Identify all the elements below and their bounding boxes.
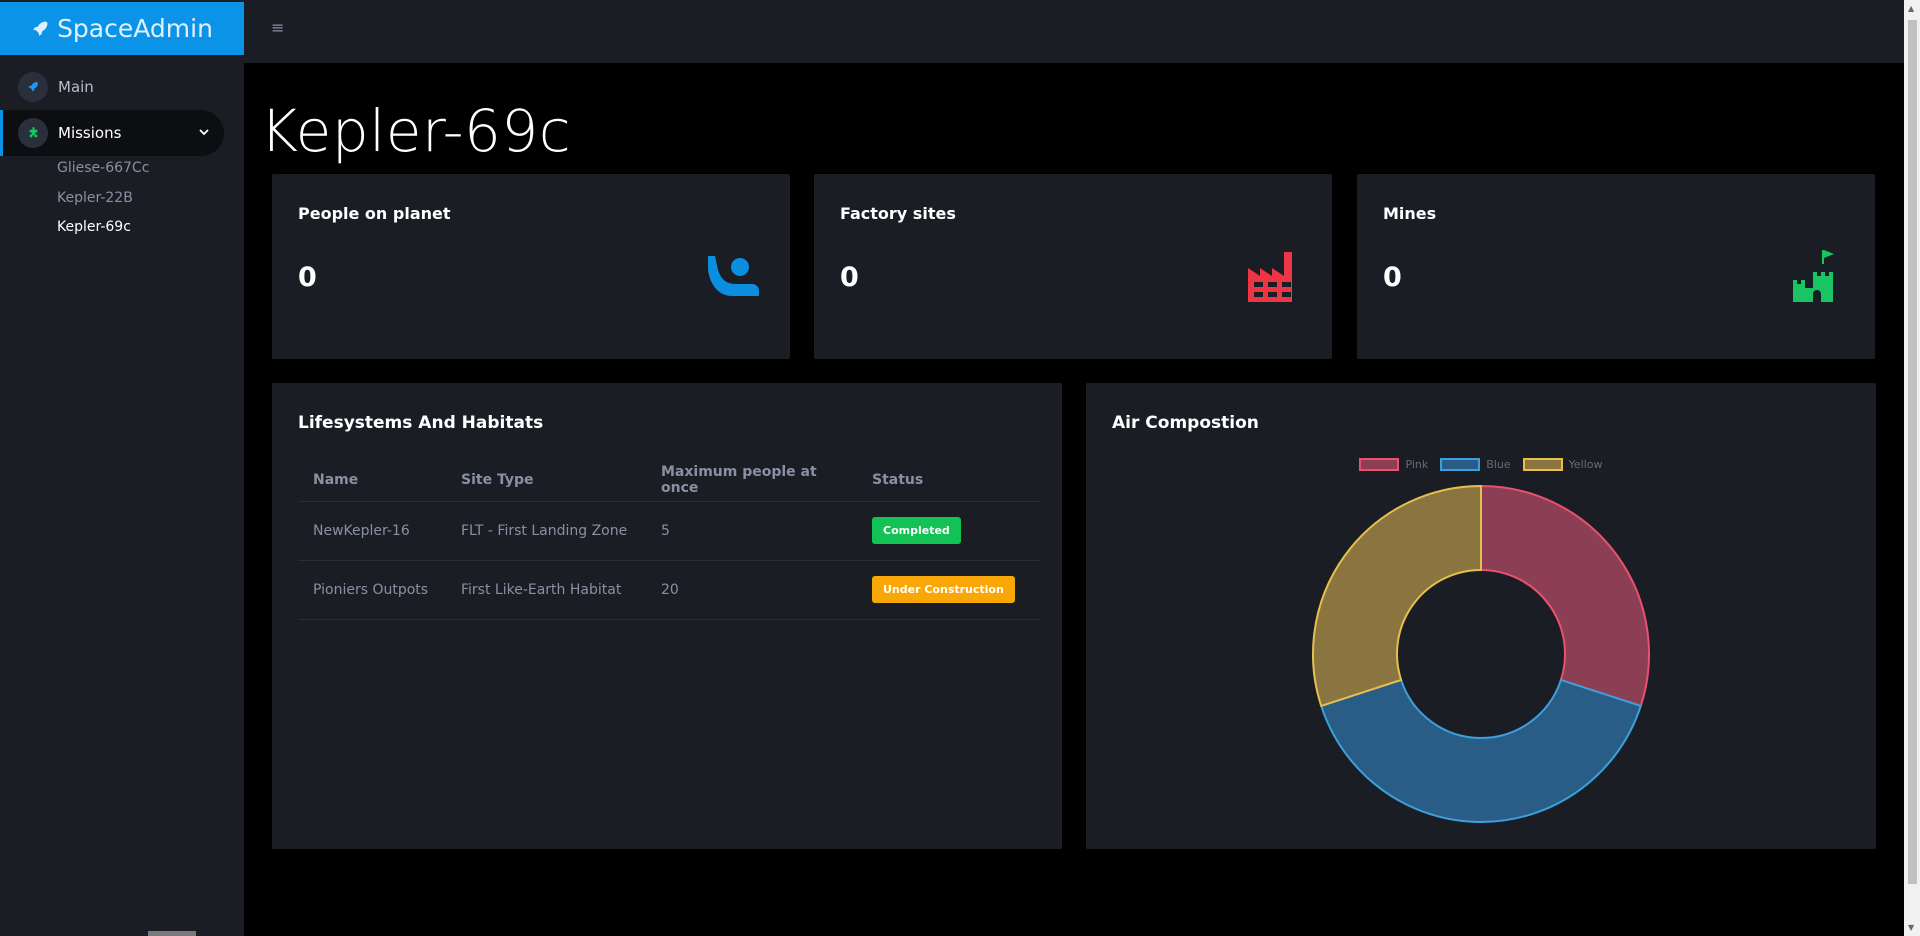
chevron-down-icon — [199, 129, 209, 136]
status-badge: Completed — [872, 517, 961, 544]
sidebar-subitem-gliese[interactable]: Gliese-667Cc — [57, 160, 149, 176]
card-title: Lifesystems And Habitats — [298, 413, 544, 433]
cell-max: 5 — [646, 501, 857, 561]
menu-toggle-icon[interactable]: ≡ — [271, 18, 284, 37]
cell-max: 20 — [646, 560, 857, 620]
donut-chart — [1312, 484, 1650, 823]
sidebar-item-main[interactable]: Main — [0, 64, 224, 110]
column-header: Name — [298, 459, 446, 502]
stat-card-people: People on planet 0 — [272, 174, 790, 359]
status-badge: Under Construction — [872, 576, 1015, 603]
donut-slice-pink[interactable] — [1480, 484, 1650, 708]
table-header-row: Name Site Type Maximum people at once St… — [298, 459, 1040, 502]
person-wave-icon — [708, 256, 759, 296]
stat-value: 0 — [1383, 262, 1402, 293]
stat-value: 0 — [840, 262, 859, 293]
table-row: NewKepler-16 FLT - First Landing Zone 5 … — [298, 501, 1040, 561]
sidebar-item-label: Main — [58, 78, 94, 96]
factory-icon — [1248, 252, 1292, 302]
topbar: ≡ — [244, 0, 1904, 63]
air-composition-card: Air Compostion Pink Blue Yellow — [1086, 383, 1876, 849]
habitats-table: Name Site Type Maximum people at once St… — [298, 459, 1040, 620]
rocket-icon — [18, 72, 48, 102]
castle-flag-icon — [1793, 250, 1834, 302]
stat-value: 0 — [298, 262, 317, 293]
cell-type: First Like-Earth Habitat — [446, 560, 646, 620]
stat-label: People on planet — [298, 204, 451, 223]
donut-slice-blue[interactable] — [1319, 678, 1643, 823]
stat-card-mines: Mines 0 — [1357, 174, 1875, 359]
brand-logo[interactable]: SpaceAdmin — [0, 2, 244, 55]
puzzle-icon — [18, 118, 48, 148]
scroll-up-arrow-icon[interactable]: ▲ — [1908, 4, 1914, 13]
sidebar-item-label: Missions — [58, 124, 122, 142]
horizontal-scrollbar[interactable] — [148, 931, 196, 936]
stat-label: Mines — [1383, 204, 1437, 223]
column-header: Status — [857, 459, 1040, 502]
page-title: Kepler-69c — [260, 97, 572, 165]
table-row: Pioniers Outpots First Like-Earth Habita… — [298, 560, 1040, 620]
column-header: Site Type — [446, 459, 646, 502]
sidebar: SpaceAdmin Main Missions Gliese-667Cc Ke… — [0, 0, 244, 936]
scrollbar-thumb[interactable] — [1908, 20, 1917, 884]
column-header: Maximum people at once — [646, 459, 857, 502]
stat-card-factory: Factory sites 0 — [814, 174, 1332, 359]
cell-name: NewKepler-16 — [298, 501, 446, 561]
sidebar-subitem-kepler69c[interactable]: Kepler-69c — [57, 219, 131, 235]
cell-type: FLT - First Landing Zone — [446, 501, 646, 561]
sidebar-subitem-kepler22b[interactable]: Kepler-22B — [57, 190, 133, 206]
rocket-icon — [33, 21, 48, 36]
scroll-down-arrow-icon[interactable]: ▼ — [1908, 923, 1914, 932]
cell-name: Pioniers Outpots — [298, 560, 446, 620]
brand-name: SpaceAdmin — [57, 14, 213, 43]
stat-label: Factory sites — [840, 204, 956, 223]
habitats-card: Lifesystems And Habitats Name Site Type … — [272, 383, 1062, 849]
donut-slice-yellow[interactable] — [1312, 484, 1482, 708]
vertical-scrollbar[interactable]: ▲ ▼ — [1904, 0, 1920, 936]
sidebar-item-missions[interactable]: Missions — [0, 110, 224, 156]
